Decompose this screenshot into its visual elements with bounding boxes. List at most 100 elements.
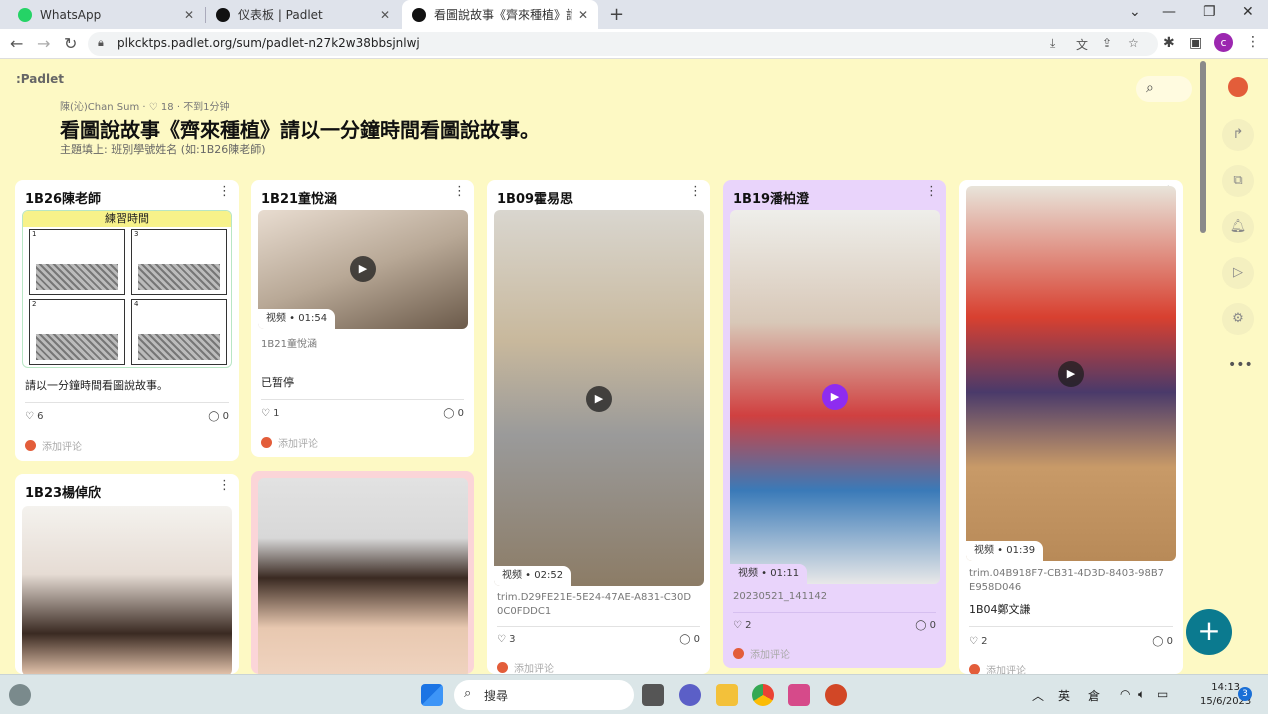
tab-whatsapp[interactable]: WhatsApp ✕	[8, 0, 204, 29]
play-icon[interactable]: ▶	[350, 256, 376, 282]
add-comment-link[interactable]: 添加评论	[261, 435, 318, 450]
browser-menu-icon[interactable]: ⋮	[1246, 34, 1260, 50]
post-card-1B21[interactable]: 1B21童悅涵 ⋮ ▶ 视频 • 01:54 1B21童悅涵 已暂停 ♡ 1 ◯…	[251, 180, 474, 457]
add-comment-link[interactable]: 添加评论	[969, 662, 1026, 674]
restore-button[interactable]: ❐	[1203, 4, 1216, 20]
post-menu-icon[interactable]: ⋮	[218, 478, 231, 493]
weather-widget-icon[interactable]	[9, 684, 31, 706]
reload-icon[interactable]: ↻	[64, 34, 77, 53]
like-button[interactable]: ♡ 1	[261, 408, 280, 419]
post-body: 1B04鄭文謙	[969, 603, 1031, 616]
page-scrollbar[interactable]	[1198, 59, 1208, 674]
post-menu-icon[interactable]: ⋮	[453, 184, 466, 199]
ime-input-method[interactable]: 倉	[1088, 687, 1100, 704]
tab-search-chevron-icon[interactable]: ⌄	[1129, 4, 1141, 20]
minimize-button[interactable]: —	[1162, 4, 1176, 20]
comment-button[interactable]: ◯ 0	[443, 408, 464, 419]
share-icon[interactable]: ↱	[1222, 119, 1254, 151]
add-comment-link[interactable]: 添加评论	[497, 660, 554, 674]
windows-start-icon[interactable]	[421, 684, 443, 706]
snipping-tool-icon[interactable]	[788, 684, 810, 706]
tab-title: WhatsApp	[40, 7, 102, 22]
close-window-button[interactable]: ✕	[1242, 4, 1254, 20]
bookmark-star-icon[interactable]: ☆	[1128, 36, 1139, 50]
tray-chevron-up-icon[interactable]: ︿	[1032, 687, 1044, 704]
task-view-icon[interactable]	[642, 684, 664, 706]
address-bar[interactable]: 🔒︎ plkcktps.padlet.org/sum/padlet-n27k2w…	[88, 32, 1158, 56]
settings-gear-icon[interactable]: ⚙	[1222, 303, 1254, 335]
post-card-1B26[interactable]: 1B26陳老師 ⋮ 練習時間 1 3 2 4 請以一分鐘時間看圖說故事。 ♡ 6…	[15, 180, 239, 461]
comment-button[interactable]: ◯ 0	[208, 411, 229, 422]
story-panel-3: 3	[131, 229, 227, 295]
like-button[interactable]: ♡ 2	[733, 620, 752, 631]
post-card-pink[interactable]: ⋮	[251, 471, 474, 674]
like-button[interactable]: ♡ 3	[497, 634, 516, 645]
post-card-1B23[interactable]: 1B23楊倬欣 ⋮	[15, 474, 239, 674]
comment-count: 0	[693, 634, 700, 645]
post-menu-icon[interactable]: ⋮	[218, 184, 231, 199]
close-tab-icon[interactable]: ✕	[184, 8, 194, 22]
padlet-search-button[interactable]: ⌕	[1136, 76, 1192, 102]
tab-padlet-story[interactable]: 看圖說故事《齊來種植》請以一分鐘時間看 ✕	[402, 0, 598, 29]
share-icon[interactable]: ⇪	[1102, 36, 1112, 50]
like-button[interactable]: ♡ 6	[25, 411, 44, 422]
battery-icon[interactable]: ▭	[1157, 687, 1168, 701]
slideshow-play-icon[interactable]: ▷	[1222, 257, 1254, 289]
post-card-1B04[interactable]: ⋮ ▶ 视频 • 01:39 trim.04B918F7-CB31-4D3D-8…	[959, 180, 1183, 674]
browser-tab-strip: WhatsApp ✕ 仪表板 | Padlet ✕ 看圖說故事《齊來種植》請以一…	[0, 0, 1268, 29]
remake-icon[interactable]: ⧉	[1222, 165, 1254, 197]
scrollbar-thumb[interactable]	[1200, 61, 1206, 233]
post-menu-icon[interactable]: ⋮	[689, 184, 702, 199]
taskbar-search-box[interactable]: ⌕ 搜尋	[454, 680, 634, 710]
post-video-thumbnail[interactable]: ▶ 视频 • 01:54	[258, 210, 468, 329]
post-video-thumbnail[interactable]: ▶ 视频 • 01:11	[730, 210, 940, 584]
add-comment-link[interactable]: 添加评论	[25, 438, 82, 453]
profile-avatar[interactable]: c	[1214, 33, 1233, 52]
post-card-1B09[interactable]: 1B09霍易思 ⋮ ▶ 视频 • 02:52 trim.D29FE21E-5E2…	[487, 180, 710, 674]
comment-button[interactable]: ◯ 0	[915, 620, 936, 631]
wifi-icon[interactable]: ◠	[1120, 687, 1130, 701]
play-icon[interactable]: ▶	[1058, 361, 1084, 387]
post-title: 1B21童悅涵	[261, 192, 338, 207]
post-video-thumbnail[interactable]: ▶ 视频 • 02:52	[494, 210, 704, 586]
close-tab-icon[interactable]: ✕	[380, 8, 390, 22]
teams-chat-icon[interactable]	[679, 684, 701, 706]
post-video-thumbnail[interactable]: ▶ 视频 • 01:39	[966, 186, 1176, 561]
new-tab-button[interactable]: +	[609, 4, 624, 25]
author-name[interactable]: 陳(沁)Chan Sum	[60, 102, 139, 113]
install-app-icon[interactable]: ⤓	[1050, 36, 1055, 51]
more-options-icon[interactable]: •••	[1228, 357, 1253, 373]
powerpoint-icon[interactable]	[825, 684, 847, 706]
forward-arrow-icon[interactable]: →	[37, 34, 50, 53]
story-panel-1: 1	[29, 229, 125, 295]
chrome-icon[interactable]	[752, 684, 774, 706]
comment-button[interactable]: ◯ 0	[679, 634, 700, 645]
back-arrow-icon[interactable]: ←	[10, 34, 23, 53]
notification-bell-icon[interactable]: 🔔︎	[1222, 211, 1254, 243]
file-explorer-icon[interactable]	[716, 684, 738, 706]
post-menu-icon[interactable]: ⋮	[925, 184, 938, 199]
post-video-thumbnail[interactable]	[22, 506, 232, 674]
translate-icon[interactable]: 文	[1076, 36, 1088, 53]
close-tab-icon[interactable]: ✕	[578, 8, 588, 22]
tab-padlet-dashboard[interactable]: 仪表板 | Padlet ✕	[206, 0, 400, 29]
volume-icon[interactable]: 🔈︎	[1138, 687, 1145, 702]
play-icon[interactable]: ▶	[586, 386, 612, 412]
side-panel-icon[interactable]: ▣	[1189, 35, 1202, 51]
lock-icon[interactable]: 🔒︎	[98, 36, 104, 50]
post-video-thumbnail[interactable]	[258, 478, 468, 674]
post-card-1B19[interactable]: 1B19潘柏澄 ⋮ ▶ 视频 • 01:11 20230521_141142 ♡…	[723, 180, 946, 668]
add-post-button[interactable]: +	[1186, 609, 1232, 655]
like-button[interactable]: ♡ 2	[969, 636, 988, 647]
ime-language[interactable]: 英	[1058, 687, 1070, 704]
heart-icon: · ♡	[142, 102, 161, 113]
add-comment-link[interactable]: 添加评论	[733, 646, 790, 661]
padlet-logo[interactable]: :Padlet	[16, 72, 64, 86]
comment-button[interactable]: ◯ 0	[1152, 636, 1173, 647]
user-avatar[interactable]	[1228, 77, 1248, 97]
extensions-puzzle-icon[interactable]: ✱	[1163, 35, 1175, 51]
play-icon[interactable]: ▶	[822, 384, 848, 410]
notification-count-badge[interactable]: 3	[1238, 687, 1252, 701]
post-image-worksheet[interactable]: 練習時間 1 3 2 4	[22, 210, 232, 368]
likes-total: 18	[160, 102, 174, 113]
